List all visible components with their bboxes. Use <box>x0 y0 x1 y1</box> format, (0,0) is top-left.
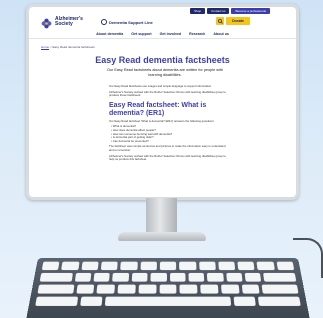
breadcrumb-current: Easy Read dementia factsheets <box>52 45 95 49</box>
paragraph-4: Alzheimer's Society worked with the Roth… <box>109 153 226 162</box>
monitor: Shop Contact us Become a professional Al… <box>26 4 299 200</box>
breadcrumb-home[interactable]: Home <box>41 45 49 49</box>
nav-item-about-us[interactable]: About us <box>213 32 229 36</box>
support-line-link[interactable]: Dementia Support Line <box>101 19 153 25</box>
nav-item-get-involved[interactable]: Get involved <box>160 32 182 36</box>
nav-item-get-support[interactable]: Get support <box>131 32 151 36</box>
monitor-stand-neck <box>146 198 177 236</box>
main-nav: About dementia Get support Get involved … <box>29 29 296 39</box>
phone-icon <box>101 19 107 25</box>
keyboard <box>25 258 311 318</box>
site-logo[interactable]: Alzheimer's Society <box>41 16 83 29</box>
utility-link-professional[interactable]: Become a professional <box>231 8 270 14</box>
monitor-stand-base <box>118 232 206 241</box>
section-heading: Easy Read factsheet: What is dementia? (… <box>109 101 207 117</box>
page-title: Easy Read dementia factsheets <box>95 55 230 65</box>
utility-link-contact[interactable]: Contact us <box>207 8 230 14</box>
utility-link-shop[interactable]: Shop <box>190 8 206 14</box>
breadcrumb: Home > Easy Read dementia factsheets <box>41 45 95 49</box>
list-item: • Can dementia be prevented? <box>111 138 149 143</box>
search-button[interactable] <box>216 17 224 25</box>
donate-button[interactable]: Donate <box>226 17 250 25</box>
nav-item-research[interactable]: Research <box>189 32 205 36</box>
paragraph-3: The factsheet uses simple sentences and … <box>109 144 226 152</box>
forget-me-not-icon <box>41 16 52 29</box>
paragraph-1: Our Easy Read factsheets use images and … <box>109 84 212 88</box>
page-intro: Our Easy Read factsheets about dementia … <box>106 68 224 77</box>
content-column: Our Easy Read factsheets use images and … <box>109 84 227 162</box>
search-icon <box>217 18 223 24</box>
utility-bar: Shop Contact us Become a professional <box>190 8 270 14</box>
support-line-label: Dementia Support Line <box>109 19 153 25</box>
question-list: • What is dementia? • How does dementia … <box>109 125 227 143</box>
paragraph-2: Alzheimer's Society worked with the Roth… <box>109 89 226 98</box>
nav-item-about-dementia[interactable]: About dementia <box>96 32 123 36</box>
section-intro: Our Easy Read factsheet 'What is dementi… <box>109 118 215 123</box>
browser-viewport: Shop Contact us Become a professional Al… <box>29 7 296 197</box>
logo-text-line2: Society <box>55 20 73 27</box>
